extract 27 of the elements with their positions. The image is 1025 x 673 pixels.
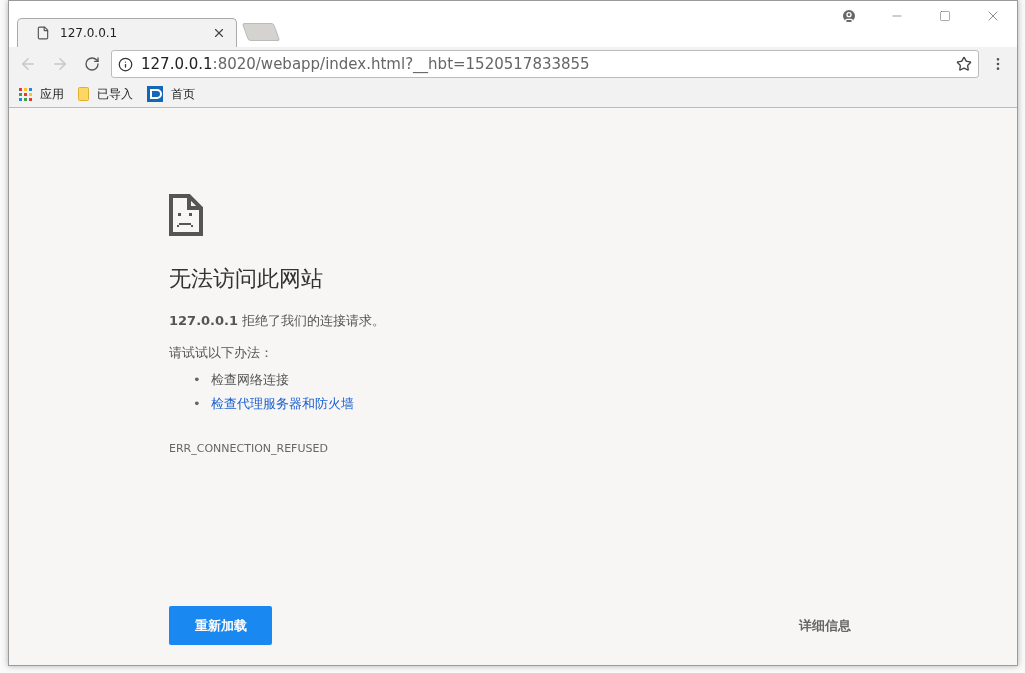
maximize-icon[interactable] [939, 10, 951, 22]
close-icon[interactable] [212, 26, 226, 40]
details-button[interactable]: 详细信息 [793, 615, 857, 636]
reload-page-button[interactable]: 重新加载 [169, 606, 272, 645]
bullet: • [193, 371, 201, 389]
bullet: • [193, 395, 201, 413]
folder-icon [78, 87, 89, 101]
bookmark-item[interactable]: 已导入 [78, 85, 133, 103]
site-logo-icon [147, 86, 163, 102]
info-icon [118, 56, 133, 72]
error-message: 127.0.0.1 拒绝了我们的连接请求。 [169, 312, 387, 330]
bookmark-item[interactable]: 应用 [19, 85, 64, 103]
sad-page-icon [169, 194, 203, 236]
apps-grid-icon [19, 87, 32, 101]
star-icon[interactable] [956, 56, 972, 72]
reload-icon[interactable] [84, 56, 100, 72]
suggestion-text: 检查网络连接 [210, 371, 289, 389]
suggestion-link[interactable]: 检查代理服务器和防火墙 [210, 392, 354, 416]
user-icon[interactable] [841, 8, 857, 24]
page-icon [36, 26, 50, 40]
bookmark-item[interactable]: 首页 [147, 85, 195, 103]
new-tab-button[interactable] [241, 23, 281, 41]
browser-tab[interactable]: 127.0.0.1 [17, 18, 237, 47]
suggestions-heading: 请试试以下办法： [169, 344, 274, 362]
error-code: ERR_CONNECTION_REFUSED [169, 442, 329, 455]
address-bar[interactable]: 127.0.0.1:8020/webapp/index.html?__hbt=1520517833855 [111, 50, 979, 78]
error-title: 无法访问此网站 [169, 265, 324, 293]
